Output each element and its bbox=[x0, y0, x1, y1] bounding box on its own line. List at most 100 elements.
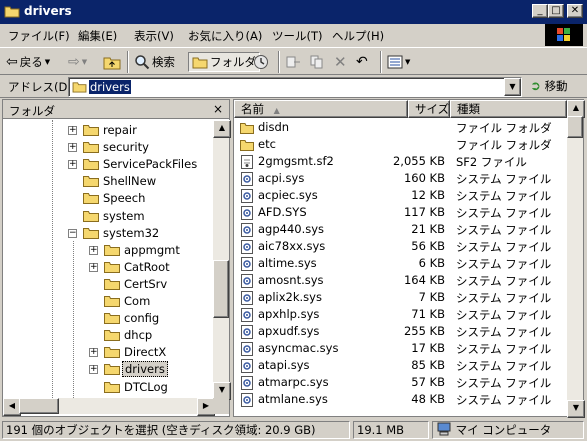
file-row[interactable]: AFD.SYS 117 KB システム ファイル bbox=[234, 204, 567, 221]
tree-item-com[interactable]: Com bbox=[3, 293, 213, 310]
system-file-icon bbox=[241, 393, 253, 407]
tree-item-system[interactable]: system bbox=[3, 208, 213, 225]
file-row[interactable]: 2gmgsmt.sf2 2,055 KB SF2 ファイル bbox=[234, 153, 567, 170]
back-button[interactable]: ⇦ 戻る ▼ bbox=[6, 52, 50, 72]
folder-icon bbox=[83, 227, 99, 239]
file-row[interactable]: altime.sys 6 KB システム ファイル bbox=[234, 255, 567, 272]
tree-expander-icon[interactable]: + bbox=[89, 245, 98, 255]
scroll-thumb[interactable] bbox=[567, 116, 583, 138]
column-header-size[interactable]: サイズ bbox=[408, 100, 450, 118]
tree-item-system32[interactable]: − system32 bbox=[3, 225, 213, 242]
scroll-down-button[interactable]: ▼ bbox=[567, 400, 585, 418]
tree-item-appmgmt[interactable]: + appmgmt bbox=[3, 242, 213, 259]
file-size: 2,055 KB bbox=[392, 154, 445, 168]
title-bar[interactable]: drivers _ □ ✕ bbox=[0, 0, 587, 24]
folder-tree-hscrollbar[interactable]: ◀ ▶ bbox=[3, 398, 215, 416]
tree-expander-icon[interactable]: + bbox=[68, 143, 77, 153]
copy-to-button[interactable] bbox=[309, 52, 325, 72]
file-list: disdn ファイル フォルダ etc ファイル フォルダ 2gmgsmt.sf2 2,0… bbox=[234, 119, 567, 416]
address-dropdown-button[interactable]: ▼ bbox=[504, 78, 521, 96]
tree-item-label: drivers bbox=[122, 361, 168, 378]
file-row[interactable]: etc ファイル フォルダ bbox=[234, 136, 567, 153]
file-row[interactable]: asyncmac.sys 17 KB システム ファイル bbox=[234, 340, 567, 357]
views-button[interactable]: ▼ bbox=[387, 52, 410, 72]
tree-expander-icon[interactable]: + bbox=[89, 348, 98, 358]
scroll-thumb[interactable] bbox=[19, 398, 59, 414]
address-input[interactable]: drivers ▼ bbox=[68, 77, 522, 97]
close-icon[interactable]: × bbox=[213, 102, 223, 116]
tree-item-servicepackfiles[interactable]: + ServicePackFiles bbox=[3, 156, 213, 173]
menu-view[interactable]: 表示(V) bbox=[134, 28, 174, 44]
tree-expander-icon[interactable]: + bbox=[68, 126, 77, 135]
folder-icon bbox=[240, 123, 254, 134]
up-folder-button[interactable] bbox=[103, 52, 121, 72]
file-row[interactable]: apxudf.sys 255 KB システム ファイル bbox=[234, 323, 567, 340]
menu-help[interactable]: ヘルプ(H) bbox=[332, 28, 384, 44]
menu-tools[interactable]: ツール(T) bbox=[272, 28, 323, 44]
tree-expander-icon[interactable]: + bbox=[68, 160, 77, 170]
file-row[interactable]: agp440.sys 21 KB システム ファイル bbox=[234, 221, 567, 238]
menu-edit[interactable]: 編集(E) bbox=[78, 28, 117, 44]
folder-tree-pane: フォルダ × + repair + security + ServicePackFiles… bbox=[2, 99, 231, 417]
file-size: 85 KB bbox=[411, 358, 445, 372]
file-list-vscrollbar[interactable]: ▲ ▼ bbox=[567, 100, 585, 418]
close-button[interactable]: ✕ bbox=[567, 4, 583, 18]
tree-expander-icon[interactable]: + bbox=[89, 365, 98, 375]
file-type: システム ファイル bbox=[456, 359, 552, 373]
tree-item-label: CatRoot bbox=[124, 259, 170, 274]
file-row[interactable]: disdn ファイル フォルダ bbox=[234, 119, 567, 136]
file-row[interactable]: aplix2k.sys 7 KB システム ファイル bbox=[234, 289, 567, 306]
delete-button[interactable]: ✕ bbox=[334, 52, 347, 72]
file-row[interactable]: atmlane.sys 48 KB システム ファイル bbox=[234, 391, 567, 408]
folder-icon bbox=[104, 244, 120, 256]
system-file-icon bbox=[241, 206, 253, 220]
file-row[interactable]: atmarpc.sys 57 KB システム ファイル bbox=[234, 374, 567, 391]
scroll-up-button[interactable]: ▲ bbox=[213, 120, 231, 138]
tree-item-dhcp[interactable]: dhcp bbox=[3, 327, 213, 344]
menu-favorites[interactable]: お気に入り(A) bbox=[188, 28, 262, 44]
file-name: atapi.sys bbox=[258, 358, 310, 372]
tree-item-security[interactable]: + security bbox=[3, 139, 213, 156]
file-row[interactable]: acpiec.sys 12 KB システム ファイル bbox=[234, 187, 567, 204]
tree-item-repair[interactable]: + repair bbox=[3, 122, 213, 139]
chevron-down-icon: ▼ bbox=[44, 58, 51, 66]
history-button[interactable] bbox=[253, 52, 269, 72]
minimize-button[interactable]: _ bbox=[532, 4, 548, 18]
tree-item-catroot[interactable]: + CatRoot bbox=[3, 259, 213, 276]
copy-to-icon bbox=[310, 55, 323, 69]
folders-button[interactable]: フォルダ bbox=[188, 52, 260, 72]
search-button[interactable]: 検索 bbox=[134, 52, 175, 72]
file-row[interactable]: apxhlp.sys 71 KB システム ファイル bbox=[234, 306, 567, 323]
go-button[interactable]: ➲ 移動 bbox=[530, 78, 568, 94]
tree-item-drivers[interactable]: + drivers bbox=[3, 361, 213, 378]
file-row[interactable]: atapi.sys 85 KB システム ファイル bbox=[234, 357, 567, 374]
tree-item-certsrv[interactable]: CertSrv bbox=[3, 276, 213, 293]
forward-button[interactable]: ⇨ ▼ bbox=[68, 52, 87, 72]
undo-button[interactable]: ↶ bbox=[356, 52, 368, 72]
tree-expander-icon[interactable]: − bbox=[68, 228, 77, 238]
tree-item-label: system bbox=[103, 208, 145, 223]
file-row[interactable]: amosnt.sys 164 KB システム ファイル bbox=[234, 272, 567, 289]
scroll-thumb[interactable] bbox=[213, 260, 229, 318]
file-name: amosnt.sys bbox=[258, 273, 324, 287]
file-name: apxhlp.sys bbox=[258, 307, 320, 321]
column-size-label: サイズ bbox=[415, 102, 450, 116]
move-to-button[interactable] bbox=[285, 52, 301, 72]
file-row[interactable]: aic78xx.sys 56 KB システム ファイル bbox=[234, 238, 567, 255]
tree-item-speech[interactable]: Speech bbox=[3, 190, 213, 207]
tree-item-directx[interactable]: + DirectX bbox=[3, 344, 213, 361]
tree-item-dtclog[interactable]: DTCLog bbox=[3, 379, 213, 396]
column-header-name[interactable]: 名前 ▲ bbox=[234, 100, 408, 118]
folder-icon bbox=[104, 261, 120, 273]
column-header-type[interactable]: 種類 bbox=[450, 100, 567, 118]
tree-item-label: CertSrv bbox=[124, 276, 168, 291]
system-file-icon bbox=[241, 274, 253, 288]
tree-item-shellnew[interactable]: ShellNew bbox=[3, 173, 213, 190]
folder-tree-vscrollbar[interactable]: ▲ ▼ bbox=[213, 120, 231, 400]
tree-item-config[interactable]: config bbox=[3, 310, 213, 327]
folder-icon bbox=[104, 296, 120, 307]
menu-file[interactable]: ファイル(F) bbox=[8, 28, 70, 44]
file-row[interactable]: acpi.sys 160 KB システム ファイル bbox=[234, 170, 567, 187]
tree-expander-icon[interactable]: + bbox=[89, 262, 98, 272]
maximize-button[interactable]: □ bbox=[548, 4, 564, 18]
